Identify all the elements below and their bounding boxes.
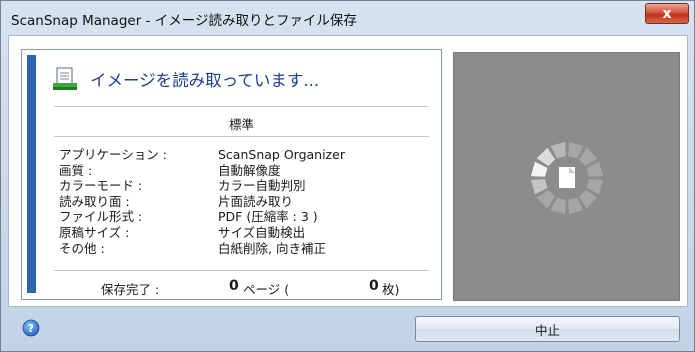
setting-label: アプリケーション : [59, 147, 167, 162]
setting-value: サイズ自動検出 [218, 224, 306, 240]
sheets-count: 0 [369, 278, 379, 294]
pages-count: 0 [229, 278, 239, 294]
sheets-unit: 枚) [382, 282, 400, 297]
setting-label: 読み取り面 : [59, 193, 130, 209]
setting-value: 自動解像度 [218, 162, 281, 178]
stop-button-label: 中止 [534, 322, 560, 338]
spinner-segment [536, 147, 555, 166]
close-button[interactable]: x [645, 3, 689, 24]
help-glyph: ? [28, 322, 34, 335]
divider-middle [54, 136, 429, 137]
scan-document-icon [53, 67, 77, 90]
setting-label: 原稿サイズ : [59, 224, 130, 240]
setting-label: その他 : [59, 240, 105, 256]
setting-value: PDF (圧縮率 : 3 ) [218, 209, 318, 225]
setting-row-image-quality: 画質 : 自動解像度 [59, 163, 345, 179]
setting-row-paper-size: 原稿サイズ : サイズ自動検出 [59, 225, 345, 241]
setting-label: ファイル形式 : [59, 209, 143, 225]
help-icon[interactable]: ? [22, 319, 40, 337]
setting-row-color-mode: カラーモード : カラー自動判別 [59, 178, 345, 194]
close-icon: x [662, 5, 672, 22]
scan-preview-area [453, 52, 680, 301]
divider-top [54, 106, 429, 107]
spinner-segment [579, 190, 598, 209]
spinner-segment [586, 161, 603, 177]
spinner-segment [531, 179, 548, 195]
spinner-segment [550, 142, 566, 159]
scan-info-panel: イメージを読み取っています... 標準 アプリケーション : ScanSnap … [21, 49, 442, 300]
pages-unit: ページ ( [243, 282, 290, 297]
saved-progress-row: 保存完了 : 0 ページ ( 0 枚) [22, 278, 443, 297]
title-bar[interactable]: ScanSnap Manager - イメージ読み取りとファイル保存 x [1, 1, 694, 34]
saved-label: 保存完了 : [101, 282, 160, 297]
window-title: ScanSnap Manager - イメージ読み取りとファイル保存 [11, 13, 357, 29]
setting-row-other: その他 : 白紙削除, 向き補正 [59, 241, 345, 257]
profile-name: 標準 [228, 117, 254, 132]
spinner-segment [586, 179, 603, 195]
bottom-bar: ? 中止 [1, 307, 694, 351]
stop-button[interactable]: 中止 [415, 316, 680, 342]
setting-row-file-format: ファイル形式 : PDF (圧縮率 : 3 ) [59, 209, 345, 225]
setting-row-scanning-side: 読み取り面 : 片面読み取り [59, 194, 345, 210]
spinner-segment [579, 147, 598, 166]
setting-value: 片面読み取り [218, 193, 294, 209]
spinner-segment [536, 190, 555, 209]
spinner-segment [550, 197, 566, 214]
setting-value: カラー自動判別 [218, 178, 306, 194]
spinner-segment [568, 142, 584, 159]
status-row: イメージを読み取っています... [52, 64, 319, 94]
scan-status-text: イメージを読み取っています... [90, 71, 320, 90]
spinner-segment [568, 197, 584, 214]
setting-value: ScanSnap Organizer [218, 147, 345, 162]
divider-bottom [54, 270, 429, 271]
setting-label: 画質 : [59, 162, 93, 178]
settings-list: アプリケーション : ScanSnap Organizer 画質 : 自動解像度… [59, 147, 345, 256]
spinner-segment [531, 161, 548, 177]
setting-row-application: アプリケーション : ScanSnap Organizer [59, 147, 345, 163]
scansnap-manager-window: ScanSnap Manager - イメージ読み取りとファイル保存 x イメー… [0, 0, 695, 352]
accent-bar [27, 55, 36, 293]
setting-label: カラーモード : [59, 178, 143, 194]
loading-spinner-icon [531, 142, 603, 214]
setting-value: 白紙削除, 向き補正 [218, 240, 326, 256]
